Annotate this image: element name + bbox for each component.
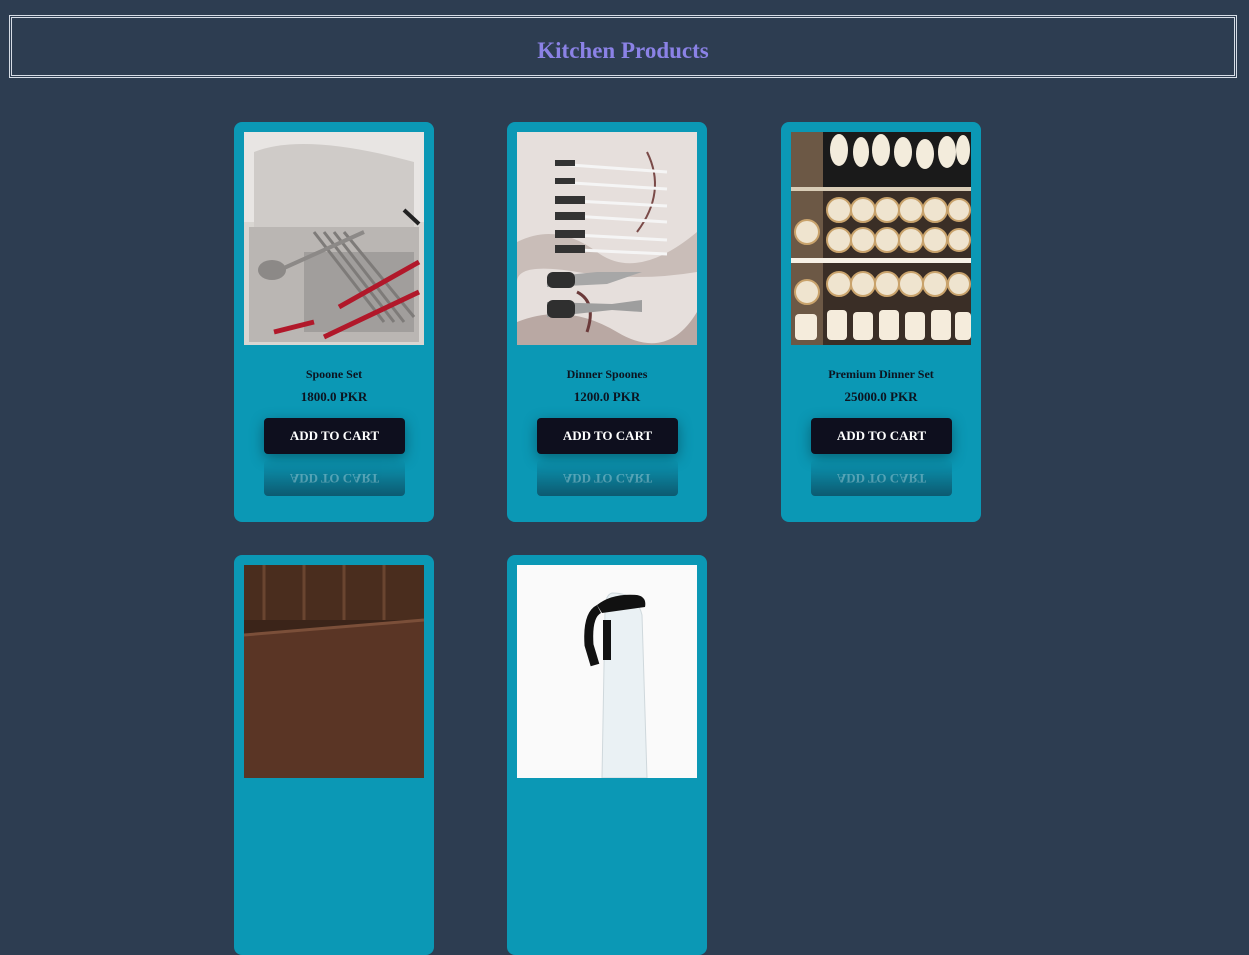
product-price: 25000.0 PKR: [844, 389, 918, 404]
add-to-cart-button[interactable]: ADD TO CART: [537, 418, 678, 454]
product-card: [234, 555, 434, 955]
product-price: 1200.0 PKR: [573, 389, 641, 404]
product-card: [507, 555, 707, 955]
button-reflection: ADD TO CART: [811, 460, 952, 496]
add-to-cart-button[interactable]: ADD TO CART: [264, 418, 405, 454]
product-image: [791, 132, 971, 345]
product-name: Spoone Set: [305, 367, 363, 381]
product-image: [244, 565, 424, 778]
button-reflection: ADD TO CART: [264, 460, 405, 496]
product-image: [517, 132, 697, 345]
button-reflection: ADD TO CART: [537, 460, 678, 496]
product-image: [244, 132, 424, 345]
product-card: Premium Dinner Set 25000.0 PKR ADD TO CA…: [781, 122, 981, 522]
product-image: [517, 565, 697, 778]
add-to-cart-button[interactable]: ADD TO CART: [811, 418, 952, 454]
product-name: Dinner Spoones: [566, 367, 648, 381]
product-name: Premium Dinner Set: [828, 367, 934, 381]
page-header: Kitchen Products: [9, 15, 1237, 78]
page-title: Kitchen Products: [537, 38, 709, 63]
product-price: 1800.0 PKR: [300, 389, 368, 404]
product-card: Dinner Spoones 1200.0 PKR ADD TO CART AD…: [507, 122, 707, 522]
product-card: Spoone Set 1800.0 PKR ADD TO CART ADD TO…: [234, 122, 434, 522]
